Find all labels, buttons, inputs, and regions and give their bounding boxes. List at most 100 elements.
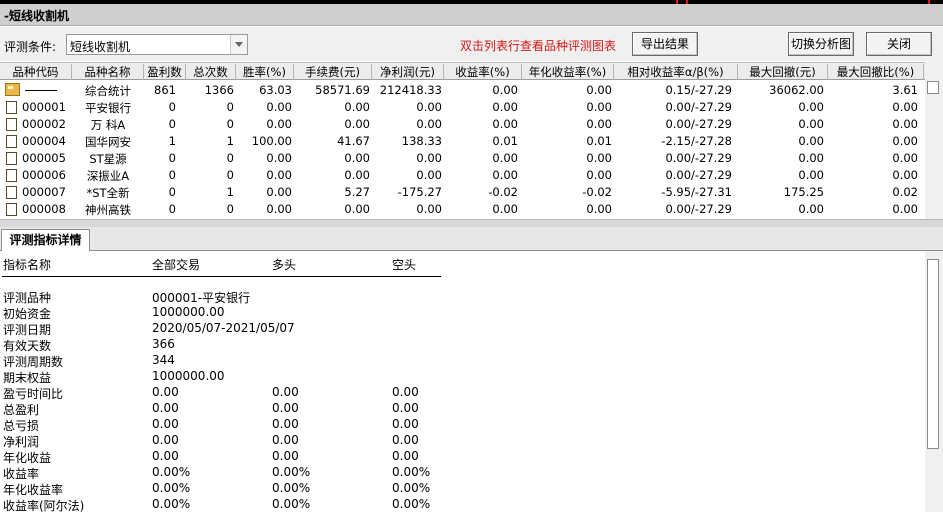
pane-splitter[interactable] [0, 219, 943, 227]
scroll-thumb[interactable] [927, 259, 939, 449]
table-cell: 0.02 [892, 185, 918, 199]
table-cell: 0 [226, 100, 234, 114]
criteria-select[interactable]: 短线收割机 [66, 34, 248, 55]
close-button[interactable]: 关闭 [866, 32, 932, 56]
table-cell: 41.67 [337, 134, 370, 148]
column-header[interactable]: 年化收益率(%) [522, 64, 614, 80]
detail-scrollbar[interactable] [925, 251, 943, 512]
metric-value: 0.00 [152, 401, 179, 415]
table-scrollbar[interactable] [925, 61, 943, 219]
table-cell: 0.01 [492, 134, 518, 148]
metric-value: 0.00 [152, 449, 179, 463]
table-cell: 1 [226, 185, 234, 199]
column-header[interactable]: 手续费(元) [294, 64, 372, 80]
table-row[interactable]: 000001 平安银行 0 0 0.00 0.00 0.00 0.00 0.00 0.00/-27… [0, 99, 925, 116]
table-cell: 5.27 [344, 185, 370, 199]
column-header[interactable]: 相对收益率α/β(%) [614, 64, 738, 80]
chevron-down-icon[interactable] [230, 35, 247, 54]
table-cell: 0.00 [798, 168, 824, 182]
document-icon [6, 169, 17, 182]
table-cell: 0.00 [492, 202, 518, 216]
metric-value: 0.00% [272, 465, 311, 479]
table-cell: 0.00 [892, 168, 918, 182]
table-cell: 0.00 [798, 134, 824, 148]
table-row[interactable]: 综合统计 861 1366 63.03 58571.69 212418.33 0.00 0.0… [0, 82, 925, 99]
column-header[interactable]: 最大回撤(元) [738, 64, 828, 80]
table-cell: 万 科A [90, 118, 126, 132]
metric-value: 2020/05/07-2021/05/07 [152, 321, 295, 335]
metric-name: 收益率(阿尔法) [3, 499, 85, 512]
table-cell: 0.00 [892, 134, 918, 148]
table-row[interactable]: 000007 *ST全新 0 1 0.00 5.27 -175.27 -0.02 -0.02 -5… [0, 184, 925, 201]
metric-row: 期末权益 1000000.00 [0, 368, 920, 385]
table-cell: 63.03 [259, 83, 292, 97]
metric-row: 盈亏时间比 0.00 0.00 0.00 [0, 384, 920, 401]
column-header[interactable]: 总次数 [186, 64, 236, 80]
table-row[interactable]: 000004 国华网安 1 1 100.00 41.67 138.33 0.01 0.01 -2.… [0, 133, 925, 150]
table-cell: 36062.00 [769, 83, 824, 97]
table-cell: 0 [168, 117, 176, 131]
column-header[interactable]: 净利润(元) [372, 64, 444, 80]
table-cell: -0.02 [582, 185, 612, 199]
table-cell: -5.95/-27.31 [661, 185, 732, 199]
header-short: 空头 [392, 258, 417, 272]
double-click-hint: 双击列表行查看品种评测图表 [460, 39, 617, 53]
metric-row: 初始资金 1000000.00 [0, 304, 920, 321]
column-header[interactable]: 收益率(%) [444, 64, 522, 80]
metric-value: 0.00% [392, 481, 431, 495]
column-header[interactable]: 品种名称 [72, 64, 144, 80]
table-cell: 138.33 [401, 134, 442, 148]
table-cell: 0.00 [344, 202, 370, 216]
table-cell: 0.00 [892, 100, 918, 114]
table-row[interactable]: 000002 万 科A 0 0 0.00 0.00 0.00 0.00 0.00 0.00/-27… [0, 116, 925, 133]
table-cell: 0.00 [892, 202, 918, 216]
metric-row: 年化收益率 0.00% 0.00% 0.00% [0, 480, 920, 497]
tab-bar: 评测指标详情 [0, 227, 943, 252]
switch-chart-button[interactable]: 切换分析图 [788, 32, 854, 56]
table-cell: 0.00 [344, 151, 370, 165]
table-cell: 0.00/-27.29 [665, 202, 732, 216]
metrics-detail-panel: 指标名称 全部交易 多头 空头 评测品种 000001-平安银行 初始资金 10000… [0, 251, 925, 512]
table-cell: 国华网安 [85, 135, 131, 149]
table-cell: ST星源 [89, 152, 127, 166]
metric-row: 评测品种 000001-平安银行 [0, 288, 920, 305]
metric-value: 1000000.00 [152, 305, 225, 319]
window-title: -短线收割机 [4, 9, 69, 23]
table-row[interactable]: 000008 神州高铁 0 0 0.00 0.00 0.00 0.00 0.00 0.00/-27… [0, 201, 925, 218]
table-cell: 0.00 [416, 100, 442, 114]
table-cell: 000007 [22, 185, 66, 199]
table-row[interactable]: 000005 ST星源 0 0 0.00 0.00 0.00 0.00 0.00 0.00/-27… [0, 150, 925, 167]
column-header[interactable]: 品种代码 [0, 64, 72, 80]
column-header[interactable]: 最大回撤比(%) [828, 64, 924, 80]
table-cell: 0.00 [416, 117, 442, 131]
table-row[interactable]: 000006 深振业A 0 0 0.00 0.00 0.00 0.00 0.00 0.00/-27… [0, 167, 925, 184]
metric-value: 0.00 [392, 433, 419, 447]
table-cell: 0.01 [586, 134, 612, 148]
scroll-thumb[interactable] [927, 81, 939, 94]
table-cell: 000002 [22, 117, 66, 131]
metric-value: 344 [152, 353, 175, 367]
export-button[interactable]: 导出结果 [632, 32, 698, 56]
metric-value: 1000000.00 [152, 369, 225, 383]
table-cell: 0.00 [492, 117, 518, 131]
metric-value: 0.00 [272, 401, 299, 415]
metric-value: 0.00% [392, 465, 431, 479]
metric-value: 0.00 [392, 401, 419, 415]
table-cell: 0.00 [798, 100, 824, 114]
table-cell: 0.00 [416, 151, 442, 165]
metric-value: 0.00 [272, 417, 299, 431]
criteria-label: 评测条件: [4, 40, 57, 54]
table-cell: 0.00 [492, 151, 518, 165]
table-cell: *ST全新 [86, 186, 130, 200]
table-cell: 861 [154, 83, 176, 97]
metric-value: 0.00 [152, 417, 179, 431]
title-bar: -短线收割机 [0, 4, 943, 26]
metric-value: 0.00% [152, 481, 191, 495]
tab-metrics-detail[interactable]: 评测指标详情 [1, 229, 90, 252]
column-header[interactable]: 盈利数 [144, 64, 186, 80]
table-cell: 0 [168, 100, 176, 114]
header-metric-name: 指标名称 [3, 258, 52, 272]
column-header[interactable]: 胜率(%) [236, 64, 294, 80]
table-cell: 58571.69 [315, 83, 370, 97]
results-table[interactable]: 品种代码 品种名称 盈利数 总次数 胜率(%) 手续费(元) 净利润(元) 收益率(%) 年化收… [0, 61, 925, 219]
